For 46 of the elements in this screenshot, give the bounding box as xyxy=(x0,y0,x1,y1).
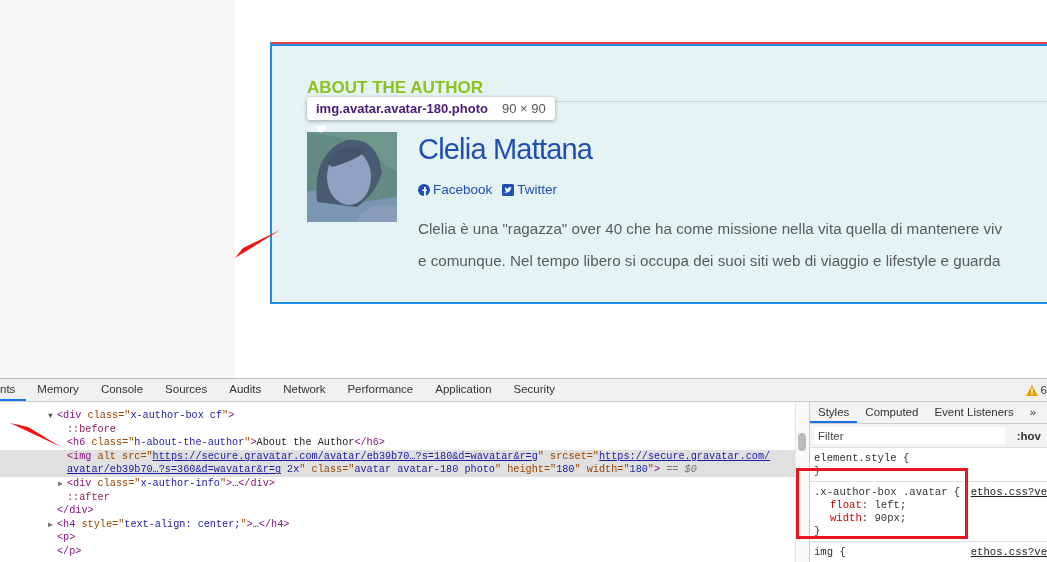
filter-field[interactable]: Filter xyxy=(814,427,1005,444)
source-link[interactable]: ethos.css?ve xyxy=(970,486,1047,499)
devtools-tab[interactable]: Performance xyxy=(336,379,425,401)
closing-brace: } xyxy=(814,525,821,538)
code-line[interactable]: ▶ <h4 style="text-align: center;">…</h4> xyxy=(0,517,795,532)
code-line[interactable]: </p> xyxy=(0,544,795,559)
code-line[interactable]: <p> xyxy=(0,531,795,545)
devtools-tab[interactable]: Audits xyxy=(218,379,273,401)
styles-tab[interactable]: Event Listeners xyxy=(926,402,1022,423)
scrollbar[interactable] xyxy=(795,402,809,562)
devtools-tab[interactable]: Memory xyxy=(26,379,90,401)
collapsed-triangle-icon[interactable]: ▶ xyxy=(58,476,67,491)
expanded-triangle-icon[interactable]: ▼ xyxy=(48,409,57,423)
bird-icon xyxy=(502,183,515,196)
code-line[interactable]: ::after xyxy=(0,490,795,505)
devtools-tab[interactable]: Sources xyxy=(154,379,219,401)
devtools-tab[interactable]: Network xyxy=(272,379,337,401)
devtools-tab[interactable]: Application xyxy=(424,379,503,401)
bio-text: e comunque. Nel tempo libero si occupa dei suoi siti web di viaggio e lifestyle e guarda xyxy=(418,251,1002,271)
code-line[interactable]: ▶ <div class="x-author-info">…</div> xyxy=(0,476,795,491)
collapsed-triangle-icon[interactable]: ▶ xyxy=(48,517,57,532)
code-line[interactable]: ::before xyxy=(0,422,795,437)
more-tabs-button[interactable]: » xyxy=(1021,402,1045,423)
css-declaration: width: 90px; xyxy=(829,512,907,525)
source-link[interactable]: ethos.css?ve xyxy=(970,546,1047,559)
css-selector: element.style { xyxy=(814,452,910,465)
code-line[interactable]: ▼ <div class="x-author-box cf"> xyxy=(0,409,795,423)
code-line: </div> xyxy=(56,504,95,518)
warning-icon xyxy=(1025,384,1038,396)
element-size: 90 × 90 xyxy=(501,101,546,116)
devtools-tab[interactable]: nts xyxy=(0,379,27,401)
author-name: Clelia Mattana xyxy=(418,132,594,166)
css-declaration: float: left; xyxy=(829,499,907,512)
devtools-tab[interactable]: Security xyxy=(502,379,567,401)
circle-logo-icon xyxy=(418,183,430,196)
hov-button[interactable]: :hov xyxy=(1014,429,1043,442)
social-link[interactable]: Facebook xyxy=(418,182,493,197)
bio-text: Clelia è una "ragazza" over 40 che ha come missione nella vita quella di mantenere viv xyxy=(418,219,1002,239)
css-selector: .x-author-box .avatar { xyxy=(814,486,961,499)
styles-tab[interactable]: Computed xyxy=(857,402,927,423)
code-line[interactable]: <h6 class="h-about-the-author">About the Author</h6> xyxy=(0,436,795,450)
devtools-tab[interactable]: Console xyxy=(89,379,155,401)
social-link[interactable]: Twitter xyxy=(502,182,558,197)
element-selector: img.avatar.avatar-180.photo xyxy=(316,101,488,116)
warning-count: 6 xyxy=(1040,384,1047,396)
css-selector: img { xyxy=(814,546,846,559)
